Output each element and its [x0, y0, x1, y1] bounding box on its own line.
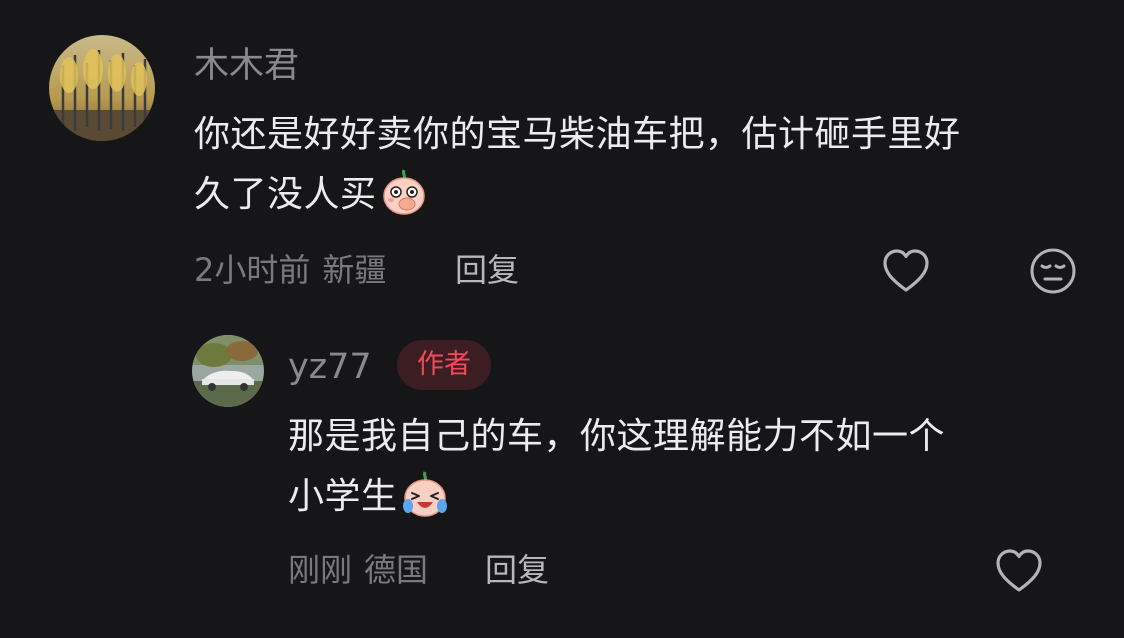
- comment-username[interactable]: 木木君: [194, 46, 299, 86]
- reply-avatar[interactable]: [192, 335, 264, 407]
- author-badge: 作者: [397, 340, 491, 390]
- comment-meta: 2小时前 新疆: [194, 250, 398, 290]
- comment-text-line: 久了没人买: [194, 165, 1084, 225]
- heart-icon[interactable]: [995, 548, 1043, 594]
- laugh-cry-emoji-icon: [400, 468, 450, 518]
- heart-icon[interactable]: [882, 248, 930, 294]
- comment-text-line: 你还是好好卖你的宝马柴油车把，估计砸手里好: [194, 114, 961, 155]
- reply-username[interactable]: yz77: [288, 347, 372, 387]
- reply-time: 刚刚: [288, 551, 353, 589]
- comment-thread: 木木君 你还是好好卖你的宝马柴油车把，估计砸手里好 久了没人买 2小时前 新疆 回…: [0, 0, 1124, 638]
- reply-text-span: 小学生: [288, 476, 398, 517]
- cover-mouth-emoji-icon: [379, 166, 429, 216]
- reply-text: 那是我自己的车，你这理解能力不如一个 小学生: [288, 407, 1088, 527]
- reply-text-line: 那是我自己的车，你这理解能力不如一个: [288, 416, 946, 457]
- reply-location: 德国: [364, 551, 429, 589]
- reply-meta: 刚刚 德国: [288, 550, 440, 590]
- comment-time: 2小时前: [194, 251, 311, 289]
- dislike-face-icon[interactable]: [1029, 247, 1077, 295]
- comment-text-span: 久了没人买: [194, 174, 377, 215]
- user-avatar[interactable]: [49, 35, 155, 141]
- watermark: [488, 590, 648, 620]
- comment-text: 你还是好好卖你的宝马柴油车把，估计砸手里好 久了没人买: [194, 105, 1084, 225]
- reply-button[interactable]: 回复: [455, 250, 519, 290]
- reply-text-line: 小学生: [288, 467, 1088, 527]
- comment-location: 新疆: [322, 251, 387, 289]
- reply-to-reply-button[interactable]: 回复: [485, 550, 549, 590]
